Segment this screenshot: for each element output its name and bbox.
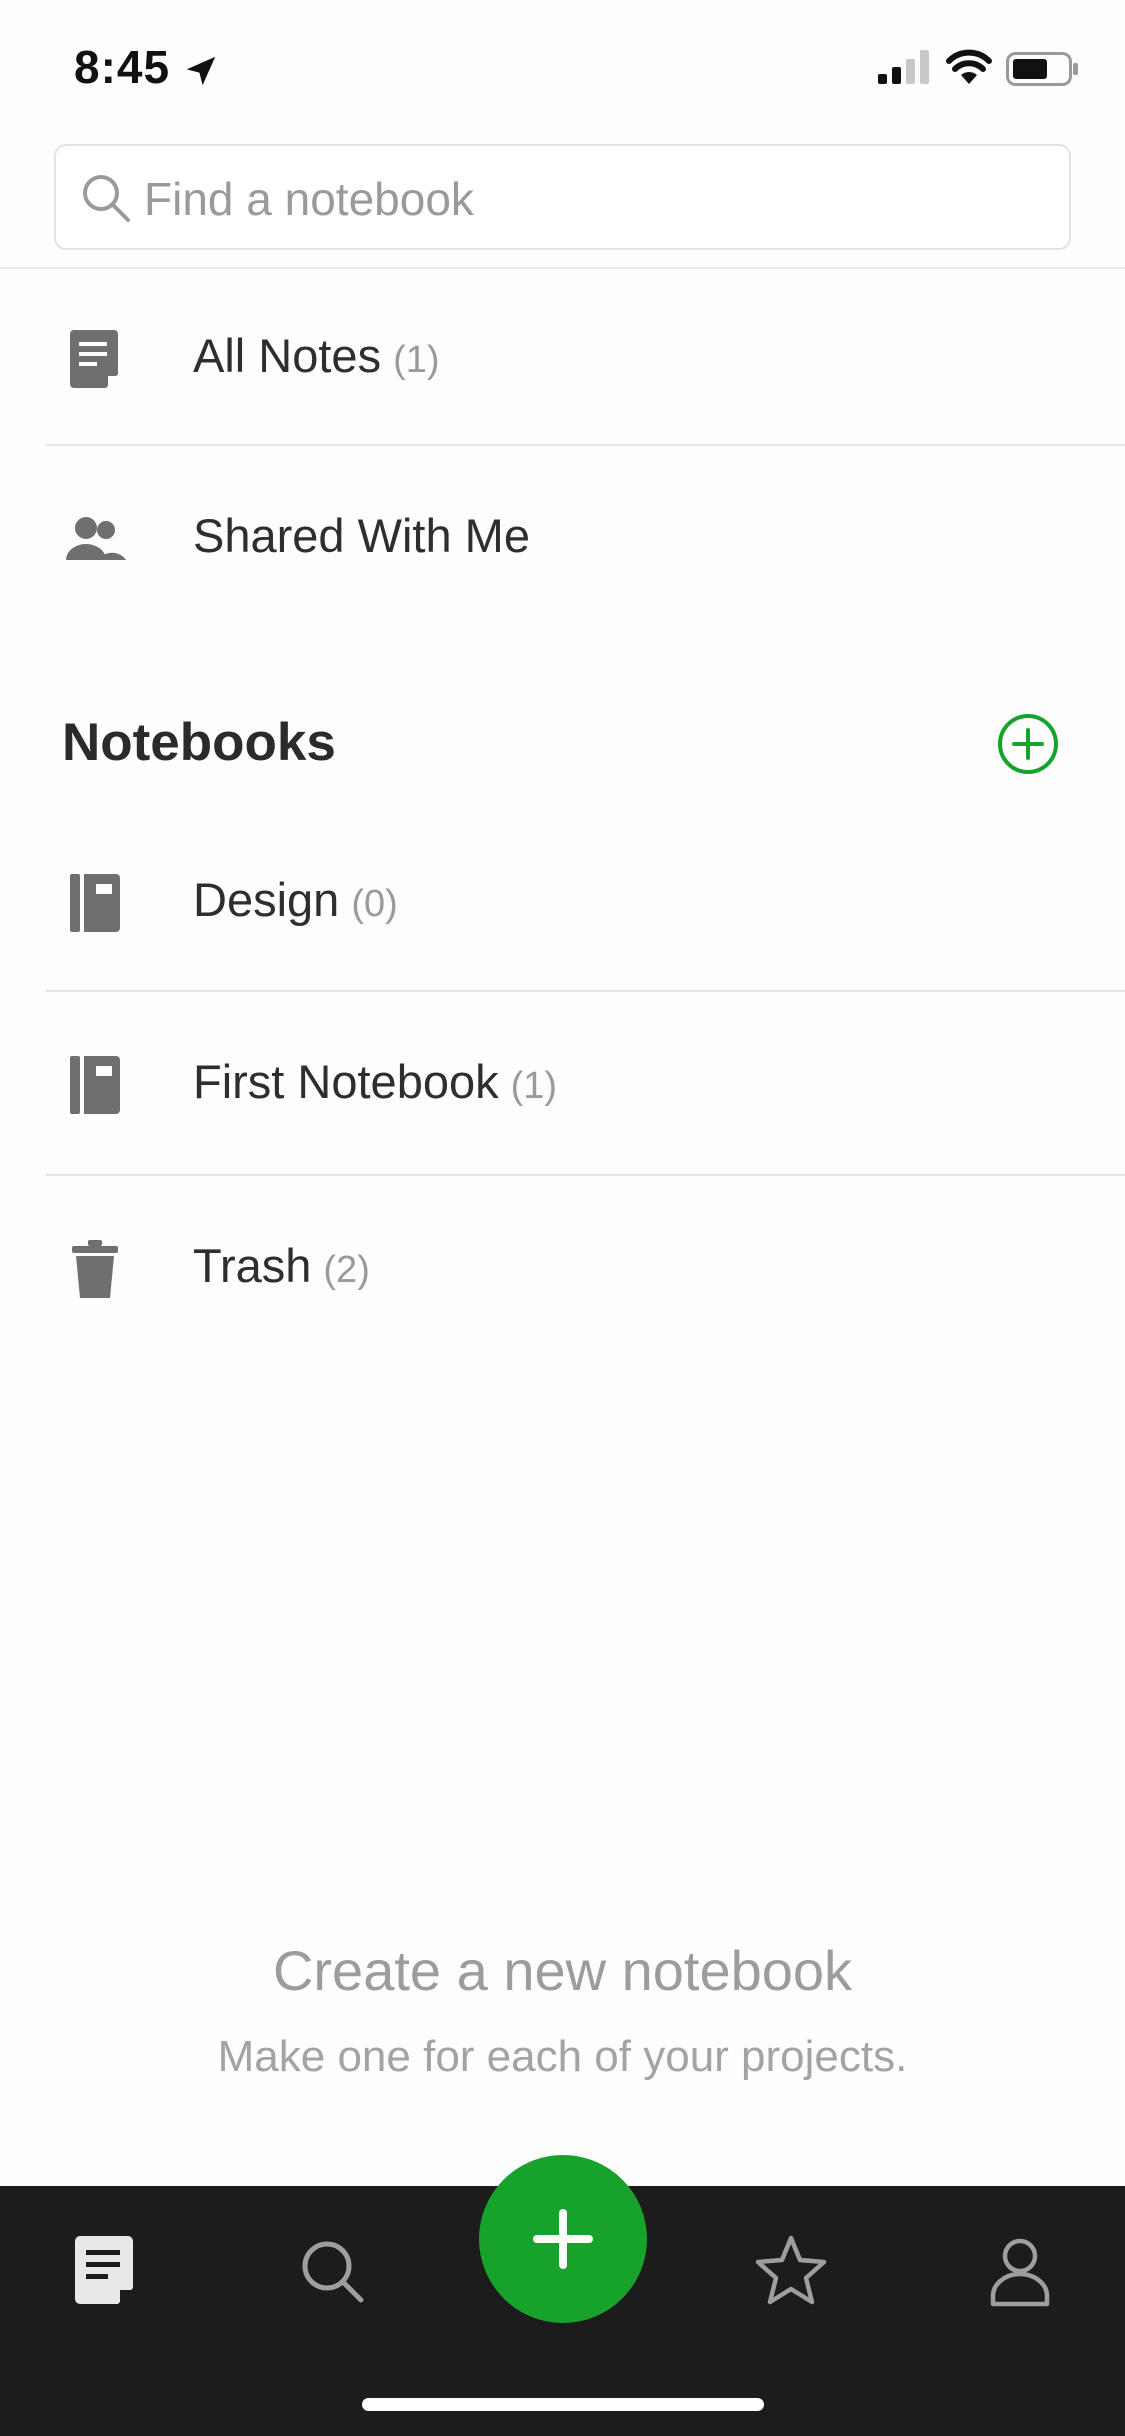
row-count: (2) <box>323 1249 370 1291</box>
row-count: (0) <box>351 883 398 925</box>
row-count: (1) <box>393 339 440 381</box>
row-count: (1) <box>510 1065 558 1107</box>
wifi-icon <box>946 49 992 84</box>
status-time: 8:45 <box>74 41 171 93</box>
people-icon <box>66 517 126 560</box>
section-title: Notebooks <box>62 713 336 772</box>
home-indicator <box>362 2398 764 2411</box>
all-notes-row[interactable]: All Notes (1) <box>0 266 1125 446</box>
trash-row[interactable]: Trash (2) <box>0 1176 1125 1356</box>
new-note-plus-icon <box>533 2209 593 2269</box>
note-icon <box>70 330 118 388</box>
battery-icon <box>1006 52 1078 86</box>
search-icon[interactable] <box>287 2226 377 2316</box>
shared-with-me-row[interactable]: Shared With Me <box>0 446 1125 626</box>
trash-icon <box>72 1240 118 1298</box>
notebook-row-design[interactable]: Design (0) <box>0 810 1125 990</box>
row-label: Trash (2) <box>193 1239 370 1292</box>
add-circle-icon[interactable] <box>996 712 1060 776</box>
row-label: First Notebook (1) <box>193 1055 558 1108</box>
account-icon[interactable] <box>975 2226 1065 2316</box>
empty-state-title: Create a new notebook <box>272 1939 853 2002</box>
status-bar: 8:45 <box>0 0 1125 140</box>
notes-icon[interactable] <box>60 2226 150 2316</box>
notebook-row-first-notebook[interactable]: First Notebook (1) <box>0 992 1125 1172</box>
notebook-icon <box>70 1056 120 1114</box>
location-arrow-icon <box>186 56 216 86</box>
empty-state-subtitle: Make one for each of your projects. <box>217 2032 908 2081</box>
new-note-button[interactable] <box>479 2155 647 2323</box>
notebook-icon <box>70 874 120 932</box>
row-label: Shared With Me <box>193 509 530 562</box>
search-field[interactable]: Find a notebook <box>54 144 1071 250</box>
search-placeholder: Find a notebook <box>144 173 474 225</box>
row-label: Design (0) <box>193 873 398 926</box>
search-icon <box>83 175 130 222</box>
star-icon[interactable] <box>746 2226 836 2316</box>
cellular-signal-icon <box>878 50 929 84</box>
row-label: All Notes (1) <box>193 329 440 382</box>
